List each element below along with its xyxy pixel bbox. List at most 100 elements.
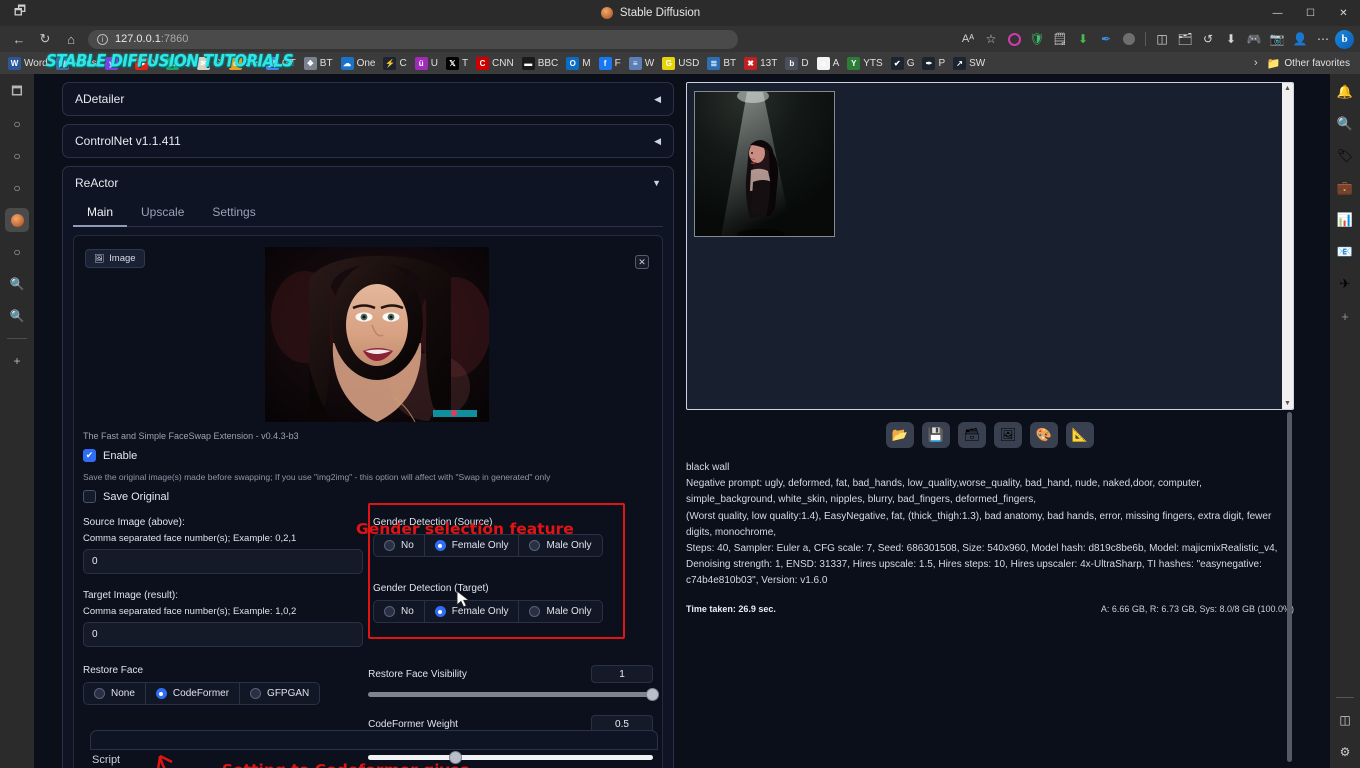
rail-icon-github-1[interactable]: ○ bbox=[5, 112, 29, 136]
settings-gear-icon[interactable]: ⚙ bbox=[1335, 742, 1355, 762]
bookmark-item-1[interactable]: ▤ News bbox=[52, 54, 101, 72]
tab-settings[interactable]: Settings bbox=[198, 199, 269, 227]
minimize-button[interactable]: — bbox=[1261, 0, 1294, 26]
bookmark-item-18[interactable]: G USD bbox=[658, 54, 703, 72]
open-folder-button[interactable]: 📂 bbox=[886, 422, 914, 448]
tab-main[interactable]: Main bbox=[73, 199, 128, 227]
screenshot-icon[interactable]: 📷 bbox=[1266, 29, 1288, 49]
codeformer-weight-track[interactable] bbox=[368, 751, 653, 764]
enable-checkbox-row[interactable]: ✔ Enable bbox=[83, 449, 653, 462]
script-accordion-box[interactable] bbox=[90, 730, 658, 750]
send-to-extras-button[interactable]: 📐 bbox=[1066, 422, 1094, 448]
bookmark-item-24[interactable]: ✔ G bbox=[887, 54, 919, 72]
copilot-button[interactable]: b bbox=[1335, 29, 1354, 49]
bookmark-item-7[interactable]: 文 GT bbox=[262, 54, 300, 72]
source-image-preview[interactable] bbox=[265, 247, 489, 422]
bookmark-item-21[interactable]: bD bbox=[781, 54, 812, 72]
read-aloud-icon[interactable]: Aᴬ bbox=[957, 29, 979, 49]
bookmark-item-16[interactable]: fF bbox=[595, 54, 625, 72]
gender-source-option-female[interactable]: Female Only bbox=[425, 535, 520, 556]
scroll-up-icon[interactable]: ▲ bbox=[1284, 83, 1291, 94]
enable-checkbox[interactable]: ✔ bbox=[83, 449, 96, 462]
accordion-controlnet[interactable]: ControlNet v1.1.411 ◀ bbox=[62, 124, 674, 158]
restore-face-option-codeformer[interactable]: CodeFormer bbox=[146, 683, 241, 704]
page-scrollbar[interactable] bbox=[1287, 412, 1292, 762]
maximize-button[interactable]: ☐ bbox=[1294, 0, 1327, 26]
restore-visibility-knob[interactable] bbox=[646, 688, 659, 701]
bookmark-item-12[interactable]: 𝕏T bbox=[442, 54, 472, 72]
accordion-adetailer[interactable]: ADetailer ◀ bbox=[62, 82, 674, 116]
pen-icon[interactable]: ✒ bbox=[1095, 29, 1117, 49]
window-tab[interactable]: Stable Diffusion bbox=[40, 7, 1261, 19]
split-screen-icon[interactable]: ◫ bbox=[1151, 29, 1173, 49]
save-original-checkbox-row[interactable]: Save Original bbox=[83, 490, 653, 503]
bookmark-item-8[interactable]: ❖ BT bbox=[300, 54, 337, 72]
rail-icon-search-2[interactable]: 🔍 bbox=[5, 304, 29, 328]
downloads-icon[interactable]: ⬇ bbox=[1220, 29, 1242, 49]
analytics-icon[interactable]: 📊 bbox=[1335, 210, 1355, 230]
split-screen-icon[interactable]: ◫ bbox=[1335, 710, 1355, 730]
bookmark-item-20[interactable]: ✖ 13T bbox=[740, 54, 781, 72]
history-icon[interactable]: ↺ bbox=[1197, 29, 1219, 49]
gender-target-option-female[interactable]: Female Only bbox=[425, 601, 520, 622]
rail-icon-github-2[interactable]: ○ bbox=[5, 144, 29, 168]
bookmark-item-14[interactable]: ▬ BBC bbox=[518, 54, 563, 72]
source-image-area[interactable]: 🖼 Image ✕ bbox=[83, 245, 653, 423]
browser-essentials-button[interactable]: 🗗 bbox=[0, 2, 40, 24]
rail-icon-browser-essentials[interactable]: 🗖 bbox=[5, 80, 29, 104]
bookmark-item-11[interactable]: üU bbox=[411, 54, 442, 72]
search-icon[interactable]: 🔍 bbox=[1335, 114, 1355, 134]
close-button[interactable]: ✕ bbox=[1327, 0, 1360, 26]
sidebar-add-button[interactable]: + bbox=[1335, 306, 1355, 326]
gender-target-option-no[interactable]: No bbox=[374, 601, 425, 622]
restore-face-option-gfpgan[interactable]: GFPGAN bbox=[240, 683, 319, 704]
site-info-icon[interactable]: i bbox=[97, 33, 108, 45]
shopping-tag-icon[interactable]: 🏷 bbox=[1335, 146, 1355, 166]
bookmark-item-10[interactable]: ⚡ C bbox=[379, 54, 410, 72]
reload-button[interactable]: ↻ bbox=[32, 28, 58, 50]
notification-icon[interactable]: 🔔 bbox=[1335, 82, 1355, 102]
bookmark-item-4[interactable]: ▲ D bbox=[162, 54, 193, 72]
collections-icon[interactable]: 🗂 bbox=[1174, 29, 1196, 49]
save-original-checkbox[interactable] bbox=[83, 490, 96, 503]
home-button[interactable]: ⌂ bbox=[58, 28, 84, 50]
rail-icon-stable-diffusion[interactable] bbox=[5, 208, 29, 232]
bookmark-item-26[interactable]: ↗ SW bbox=[949, 54, 989, 72]
game-icon[interactable]: 🎮 bbox=[1243, 29, 1265, 49]
shield-icon[interactable]: 🛡 bbox=[1026, 29, 1048, 49]
rail-icon-github-4[interactable]: ○ bbox=[5, 240, 29, 264]
telegram-icon[interactable]: ✈ bbox=[1335, 274, 1355, 294]
reactor-header[interactable]: ReActor ▼ bbox=[63, 167, 673, 199]
remove-image-button[interactable]: ✕ bbox=[635, 255, 649, 269]
outlook-icon[interactable]: 📧 bbox=[1335, 242, 1355, 262]
bookmark-item-5[interactable]: ✉ G bbox=[193, 54, 225, 72]
back-button[interactable]: ← bbox=[6, 28, 32, 50]
bookmark-item-17[interactable]: ≡ W bbox=[625, 54, 658, 72]
output-gallery[interactable]: ▲ ▼ bbox=[686, 82, 1294, 410]
bookmark-item-23[interactable]: Y YTS bbox=[843, 54, 886, 72]
bookmark-item-2[interactable]: уY bbox=[101, 54, 132, 72]
download-manager-icon[interactable]: ⬇ bbox=[1072, 29, 1094, 49]
adblock-icon[interactable] bbox=[1003, 29, 1025, 49]
extension-icon[interactable]: 🗒 bbox=[1049, 29, 1071, 49]
save-button[interactable]: 💾 bbox=[922, 422, 950, 448]
zip-button[interactable]: 🗃 bbox=[958, 422, 986, 448]
bookmark-item-6[interactable]: d De bbox=[225, 54, 262, 72]
rail-icon-github-3[interactable]: ○ bbox=[5, 176, 29, 200]
bookmark-item-3[interactable]: ▶ Y bbox=[131, 54, 162, 72]
bookmark-item-25[interactable]: ✒ P bbox=[918, 54, 949, 72]
bookmark-item-15[interactable]: OM bbox=[562, 54, 594, 72]
scroll-down-icon[interactable]: ▼ bbox=[1284, 398, 1291, 409]
gender-source-option-male[interactable]: Male Only bbox=[519, 535, 601, 556]
bookmark-item-9[interactable]: ☁ One bbox=[337, 54, 380, 72]
source-face-number-input[interactable]: 0 bbox=[83, 549, 363, 574]
rail-icon-search-1[interactable]: 🔍 bbox=[5, 272, 29, 296]
restore-visibility-value[interactable]: 1 bbox=[591, 665, 653, 683]
gender-source-option-no[interactable]: No bbox=[374, 535, 425, 556]
image-tab-chip[interactable]: 🖼 Image bbox=[85, 249, 145, 268]
tab-upscale[interactable]: Upscale bbox=[127, 199, 198, 227]
send-to-img2img-button[interactable]: 🖼 bbox=[994, 422, 1022, 448]
bookmark-item-22[interactable]: aA bbox=[813, 54, 844, 72]
bookmarks-overflow-chevron-icon[interactable]: › bbox=[1249, 57, 1263, 69]
rail-add-tab-button[interactable]: + bbox=[5, 349, 29, 373]
